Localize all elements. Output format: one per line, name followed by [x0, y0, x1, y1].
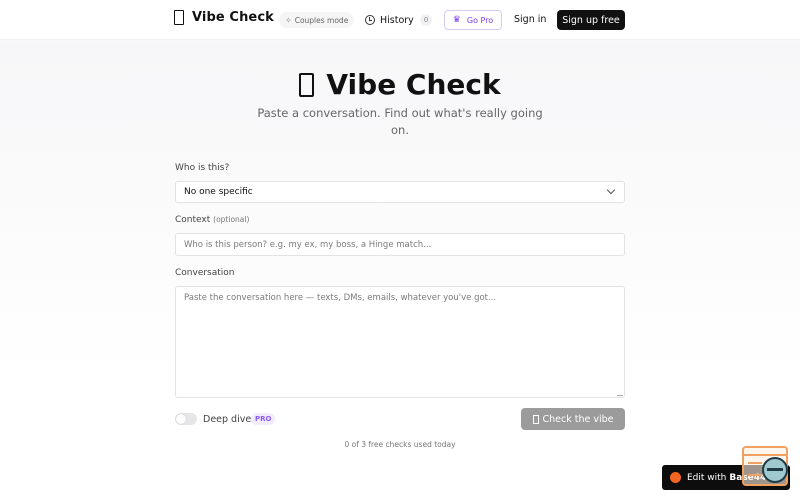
page-title-text: Vibe Check — [326, 68, 501, 101]
check-vibe-label: Check the vibe — [542, 413, 614, 425]
devtools-icon[interactable] — [742, 446, 788, 486]
sparkle-icon: ✧ — [285, 15, 292, 25]
vibe-glyph-icon — [174, 10, 184, 25]
history-button[interactable]: History 0 — [365, 12, 433, 28]
page-title: Vibe Check — [0, 68, 800, 101]
who-select-value: No one specific — [184, 187, 253, 197]
brand-logo[interactable]: Vibe Check — [174, 10, 274, 25]
go-pro-label: Go Pro — [466, 15, 494, 25]
deep-dive-toggle[interactable] — [175, 413, 197, 425]
top-nav: Vibe Check ✧ Couples mode History 0 ♛ Go… — [0, 0, 800, 40]
pro-badge: PRO — [251, 413, 276, 425]
context-input[interactable] — [175, 233, 625, 256]
context-label-text: Context — [175, 215, 211, 225]
history-label: History — [380, 14, 414, 26]
clock-icon — [365, 15, 375, 25]
sign-in-link[interactable]: Sign in — [514, 14, 546, 25]
go-pro-button[interactable]: ♛ Go Pro — [444, 10, 502, 30]
devtools-badge — [762, 457, 788, 483]
usage-counter: 0 of 3 free checks used today — [344, 440, 456, 449]
devtools-lines — [748, 462, 762, 476]
who-label: Who is this? — [175, 163, 230, 173]
deep-dive-label: Deep dive — [203, 414, 252, 425]
edit-label: Edit with — [687, 472, 727, 483]
conversation-label: Conversation — [175, 268, 235, 278]
who-select[interactable]: No one specific — [175, 181, 625, 203]
couples-mode-label: Couples mode — [294, 15, 349, 25]
history-count-badge: 0 — [419, 14, 433, 26]
check-vibe-button[interactable]: Check the vibe — [521, 408, 625, 430]
brand-name: Vibe Check — [192, 10, 274, 25]
base44-logo-icon — [670, 472, 681, 483]
chevron-down-icon — [606, 185, 616, 195]
sign-up-button[interactable]: Sign up free — [557, 10, 625, 30]
vibe-glyph-icon — [532, 414, 539, 424]
resize-handle-icon[interactable] — [617, 390, 623, 396]
page-subtitle: Paste a conversation. Find out what's re… — [257, 106, 543, 137]
optional-hint: (optional) — [213, 215, 250, 224]
conversation-textarea[interactable] — [175, 286, 625, 398]
devtools-bar — [744, 454, 786, 456]
toggle-knob — [176, 414, 186, 424]
context-label: Context (optional) — [175, 215, 249, 225]
couples-mode-toggle[interactable]: ✧ Couples mode — [279, 12, 355, 28]
vibe-glyph-icon — [299, 73, 315, 97]
crown-icon: ♛ — [452, 15, 461, 25]
